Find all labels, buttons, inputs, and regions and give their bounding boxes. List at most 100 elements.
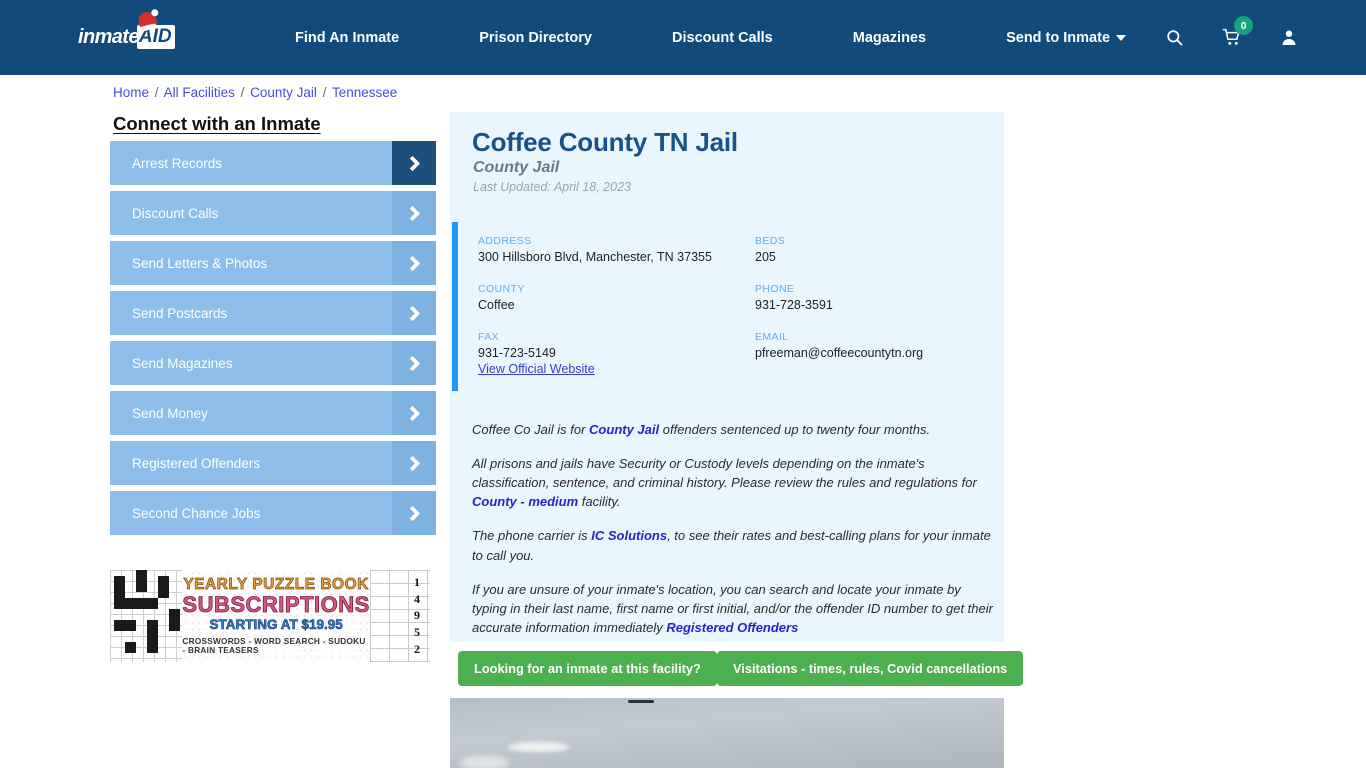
search-icon[interactable] — [1165, 28, 1184, 47]
chevron-down-icon — [1116, 34, 1127, 41]
facility-details-grid: ADDRESS 300 Hillsboro Blvd, Manchester, … — [478, 235, 978, 360]
sidebar-item-label: Arrest Records — [132, 155, 223, 171]
breadcrumb-item-home[interactable]: Home — [113, 85, 149, 100]
sudoku-grid-graphic: 1 4 9 5 2 — [369, 570, 430, 662]
facility-info-card: Coffee County TN Jail County Jail Last U… — [450, 112, 1004, 642]
puzzle-book-ad-banner[interactable]: YEARLY PUZZLE BOOK SUBSCRIPTIONS STARTIN… — [110, 570, 430, 662]
breadcrumb-item-all-facilities[interactable]: All Facilities — [164, 85, 235, 100]
link-county-jail[interactable]: County Jail — [589, 422, 659, 437]
accent-bar — [452, 222, 458, 391]
nav-magazines[interactable]: Magazines — [813, 30, 966, 46]
sidebar-item-second-chance-jobs[interactable]: Second Chance Jobs — [110, 491, 436, 535]
nav-label: Find An Inmate — [295, 29, 400, 46]
p2-text-a: All prisons and jails have Security or C… — [472, 456, 977, 491]
logo-word-inmate: inmate — [78, 26, 139, 48]
description-paragraph-4: If you are unsure of your inmate's locat… — [472, 580, 994, 637]
last-updated-text: Last Updated: April 18, 2023 — [473, 180, 631, 194]
photo-cloud — [508, 742, 570, 752]
facility-fax: FAX 931-723-5149 — [478, 331, 755, 360]
chevron-right-icon — [392, 391, 436, 435]
nav-label: Send to Inmate — [1006, 29, 1111, 46]
link-ic-solutions[interactable]: IC Solutions — [591, 528, 667, 543]
sudoku-digit: 1 — [414, 574, 420, 589]
field-label: COUNTY — [478, 283, 525, 295]
facility-phone: PHONE 931-728-3591 — [755, 283, 978, 312]
header-icon-group: 0 — [1165, 0, 1298, 75]
p2-text-b: facility. — [578, 494, 621, 510]
facility-email: EMAIL pfreeman@coffeecountytn.org — [755, 331, 978, 360]
breadcrumb-item-county-jail[interactable]: County Jail — [250, 85, 317, 100]
visitations-button[interactable]: Visitations - times, rules, Covid cancel… — [717, 651, 1024, 686]
crossword-grid-graphic — [110, 570, 183, 662]
sudoku-digit: 5 — [414, 625, 420, 640]
inmate-search-button[interactable]: Looking for an inmate at this facility? — [458, 651, 717, 686]
cart-count-badge: 0 — [1234, 16, 1253, 35]
link-county-medium[interactable]: County - medium — [472, 494, 578, 509]
link-registered-offenders[interactable]: Registered Offenders — [666, 620, 798, 635]
cart-icon[interactable]: 0 — [1222, 16, 1253, 47]
view-official-website-link[interactable]: View Official Website — [478, 362, 595, 376]
sidebar-item-send-letters-photos[interactable]: Send Letters & Photos — [110, 241, 436, 285]
chevron-right-icon — [392, 191, 436, 235]
santa-hat-icon — [135, 9, 158, 30]
field-value: pfreeman@coffeecountytn.org — [755, 346, 924, 360]
facility-address: ADDRESS 300 Hillsboro Blvd, Manchester, … — [478, 235, 755, 264]
sudoku-digit: 4 — [414, 591, 420, 606]
sidebar-item-send-magazines[interactable]: Send Magazines — [110, 341, 436, 385]
breadcrumb: Home / All Facilities / County Jail / Te… — [113, 85, 397, 100]
facility-beds: BEDS 205 — [755, 235, 978, 264]
facility-type-subtitle: County Jail — [473, 159, 560, 176]
breadcrumb-separator: / — [240, 85, 245, 100]
field-value: 205 — [755, 250, 776, 264]
description-paragraph-1: Coffee Co Jail is for County Jail offend… — [472, 420, 994, 439]
sidebar-item-discount-calls[interactable]: Discount Calls — [110, 191, 436, 235]
photo-cloud — [460, 756, 510, 768]
chevron-right-icon — [392, 141, 436, 185]
description-paragraph-3: The phone carrier is IC Solutions, to se… — [472, 526, 994, 564]
breadcrumb-separator: / — [154, 85, 159, 100]
logo-badge-aid: AID — [135, 9, 175, 49]
nav-send-to-inmate[interactable]: Send to Inmate — [966, 30, 1166, 46]
sidebar-item-label: Send Money — [132, 405, 208, 421]
sudoku-digit: 9 — [414, 608, 420, 623]
field-label: FAX — [478, 331, 500, 343]
field-value: 931-728-3591 — [755, 298, 833, 312]
field-label: ADDRESS — [478, 235, 532, 247]
sidebar-item-send-postcards[interactable]: Send Postcards — [110, 291, 436, 335]
sidebar-item-label: Send Magazines — [132, 355, 233, 371]
field-label: BEDS — [755, 235, 786, 247]
breadcrumb-item-tennessee[interactable]: Tennessee — [332, 85, 397, 100]
main-navigation: Find An Inmate Prison Directory Discount… — [255, 0, 1166, 75]
field-value: Coffee — [478, 298, 515, 312]
field-value: 931-723-5149 — [478, 346, 556, 360]
page-title: Coffee County TN Jail — [472, 127, 738, 157]
facility-photo — [450, 698, 1004, 768]
sidebar-item-arrest-records[interactable]: Arrest Records — [110, 141, 436, 185]
chevron-right-icon — [392, 441, 436, 485]
nav-prison-directory[interactable]: Prison Directory — [439, 30, 632, 46]
user-account-icon[interactable] — [1280, 28, 1298, 47]
site-header: inmate AID Find An Inmate Prison Director… — [0, 0, 1366, 75]
nav-find-an-inmate[interactable]: Find An Inmate — [255, 30, 439, 46]
chevron-right-icon — [392, 241, 436, 285]
chevron-right-icon — [392, 291, 436, 335]
chevron-right-icon — [392, 491, 436, 535]
site-logo[interactable]: inmate AID — [78, 9, 186, 52]
sidebar-item-label: Send Letters & Photos — [132, 255, 268, 271]
sidebar-item-send-money[interactable]: Send Money — [110, 391, 436, 435]
sidebar-item-label: Discount Calls — [132, 205, 219, 221]
field-value: 300 Hillsboro Blvd, Manchester, TN 37355 — [478, 250, 712, 264]
facility-county: COUNTY Coffee — [478, 283, 755, 312]
sidebar-menu: Arrest Records Discount Calls Send Lette… — [110, 141, 436, 541]
field-label: PHONE — [755, 283, 795, 295]
facility-description: Coffee Co Jail is for County Jail offend… — [472, 420, 994, 652]
p1-text-a: Coffee Co Jail is for — [472, 422, 590, 437]
nav-label: Discount Calls — [672, 29, 773, 46]
nav-discount-calls[interactable]: Discount Calls — [632, 30, 813, 46]
field-label: EMAIL — [755, 331, 789, 343]
ad-line-4: CROSSWORDS - WORD SEARCH - SUDOKU - BRAI… — [182, 636, 366, 655]
photo-detail — [628, 700, 654, 703]
sidebar-item-label: Second Chance Jobs — [132, 505, 261, 521]
sidebar-item-registered-offenders[interactable]: Registered Offenders — [110, 441, 436, 485]
nav-label: Magazines — [852, 29, 927, 46]
